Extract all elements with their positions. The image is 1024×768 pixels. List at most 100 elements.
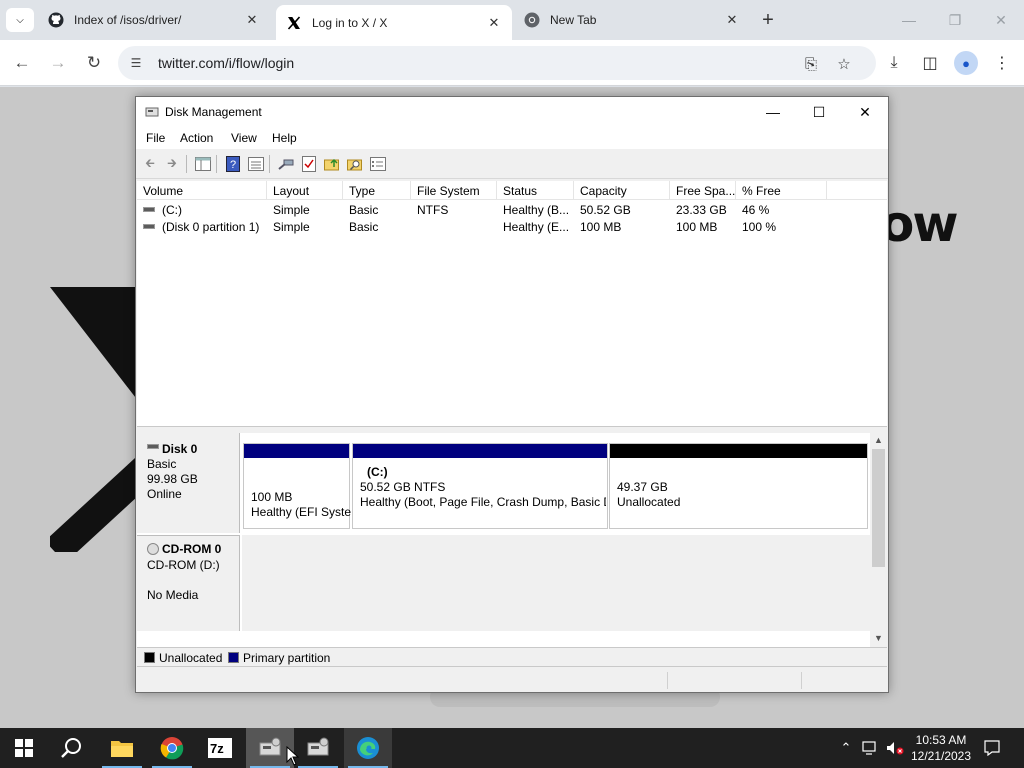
partition-size: 49.37 GB (617, 480, 668, 494)
volume-muted-icon[interactable] (884, 728, 906, 768)
edge-taskbar-button[interactable] (344, 728, 392, 768)
chrome-taskbar-button[interactable] (148, 728, 196, 768)
start-button[interactable] (0, 728, 48, 768)
plus-icon: + (762, 8, 774, 31)
table-row[interactable]: (Disk 0 partition 1) Simple Basic Health… (137, 219, 887, 236)
column-volume[interactable]: Volume (137, 181, 267, 200)
notification-icon (984, 740, 1000, 756)
column-layout[interactable]: Layout (267, 181, 343, 200)
folder-search-icon[interactable] (346, 155, 364, 173)
show-hidden-icons-button[interactable]: ⌃ (836, 728, 856, 768)
disk-management-app-icon (259, 737, 281, 756)
partition-color-bar (353, 444, 607, 458)
reload-button[interactable]: ↻ (80, 49, 108, 77)
window-close-button[interactable]: ✕ (842, 97, 888, 127)
partition-c-drive[interactable]: (C:) 50.52 GB NTFS Healthy (Boot, Page F… (352, 443, 608, 529)
tab-close-icon[interactable]: ✕ (484, 13, 504, 33)
7zip-icon: 7z (208, 738, 232, 758)
back-button[interactable]: ← (8, 49, 36, 77)
cdrom-0-label[interactable]: CD-ROM 0 CD-ROM (D:) No Media (137, 535, 240, 631)
column-capacity[interactable]: Capacity (574, 181, 670, 200)
column-percent-free[interactable]: % Free (736, 181, 827, 200)
window-maximize-button[interactable]: ☐ (796, 97, 842, 127)
column-type[interactable]: Type (343, 181, 411, 200)
table-row[interactable]: (C:) Simple Basic NTFS Healthy (B... 50.… (137, 202, 887, 219)
chevron-down-icon: ⌵ (16, 14, 24, 26)
network-icon[interactable] (860, 728, 882, 768)
back-arrow-icon[interactable]: 🡰 (141, 155, 159, 173)
install-app-icon[interactable]: ⎘ (800, 53, 822, 75)
show-hide-console-tree-icon[interactable] (194, 155, 212, 173)
tab-new-tab[interactable]: New Tab ✕ (514, 5, 750, 35)
checklist-icon[interactable] (300, 155, 318, 173)
help-icon[interactable]: ? (224, 155, 242, 173)
window-title-bar[interactable]: Disk Management — ☐ ✕ (136, 97, 888, 127)
disk-0-label[interactable]: Disk 0 Basic 99.98 GB Online (137, 433, 240, 533)
menu-help[interactable]: Help (272, 131, 297, 145)
browser-toolbar: ← → ↻ ☰ twitter.com/i/flow/login ⎘ ☆ ⤓ ◫… (0, 40, 1024, 86)
page-heading-fragment: ow (880, 195, 959, 253)
file-explorer-button[interactable] (98, 728, 146, 768)
tab-log-in-to-x[interactable]: Log in to X / X ✕ (276, 5, 512, 40)
browser-close-button[interactable]: ✕ (978, 6, 1024, 34)
cell-volume: (C:) (143, 203, 267, 217)
close-icon: ✕ (859, 103, 871, 120)
disk-0-type: Basic (147, 457, 177, 471)
new-tab-button[interactable]: + (756, 8, 780, 32)
site-info-icon[interactable]: ☰ (128, 55, 144, 71)
cell-percent-free: 100 % (742, 220, 777, 234)
menu-file[interactable]: File (146, 131, 165, 145)
connect-icon[interactable] (277, 155, 295, 173)
tab-search-button[interactable]: ⌵ (6, 8, 34, 32)
address-bar[interactable]: ☰ twitter.com/i/flow/login ⎘ ☆ (118, 46, 876, 80)
column-file-system[interactable]: File System (411, 181, 497, 200)
bookmark-star-icon[interactable]: ☆ (833, 53, 855, 75)
computer-management-button[interactable] (294, 728, 342, 768)
mouse-cursor-icon (286, 746, 300, 766)
tab-index-isos-driver[interactable]: Index of /isos/driver/ ✕ (38, 5, 270, 35)
forward-button[interactable]: → (44, 49, 72, 77)
scrollbar-thumb[interactable] (872, 449, 885, 567)
cell-free-space: 23.33 GB (676, 203, 727, 217)
column-status[interactable]: Status (497, 181, 574, 200)
github-icon (48, 12, 64, 28)
scroll-down-icon[interactable]: ▼ (870, 631, 887, 645)
column-free-space[interactable]: Free Spa... (670, 181, 736, 200)
menu-action[interactable]: Action (180, 131, 213, 145)
partition-efi[interactable]: 100 MB Healthy (EFI Syste (243, 443, 351, 529)
download-icon[interactable]: ⤓ (882, 51, 906, 75)
window-minimize-button[interactable]: — (750, 97, 796, 127)
status-separator (667, 672, 668, 689)
profile-avatar-icon[interactable]: ● (954, 51, 978, 75)
hard-disk-icon (147, 444, 159, 450)
search-button[interactable] (48, 728, 96, 768)
settings-list-icon[interactable] (369, 155, 387, 173)
disk-0-state: Online (147, 487, 182, 501)
search-icon (61, 738, 81, 758)
side-panel-icon[interactable]: ◫ (918, 51, 942, 75)
notifications-button[interactable] (980, 728, 1004, 768)
forward-arrow-icon[interactable]: 🡲 (163, 155, 181, 173)
tab-close-icon[interactable]: ✕ (242, 10, 262, 30)
browser-restore-button[interactable]: ❐ (932, 6, 978, 34)
properties-list-icon[interactable] (247, 155, 265, 173)
cell-free-space: 100 MB (676, 220, 718, 234)
cell-status: Healthy (E... (503, 220, 570, 234)
scroll-up-icon[interactable]: ▲ (870, 433, 887, 447)
toolbar-separator (186, 155, 187, 173)
legend-swatch-unallocated (144, 652, 155, 663)
browser-minimize-button[interactable]: — (886, 6, 932, 34)
menu-kebab-icon[interactable]: ⋮ (990, 51, 1014, 75)
computer-management-icon (307, 737, 329, 756)
partition-unallocated[interactable]: 49.37 GB Unallocated (609, 443, 868, 529)
folder-up-icon[interactable] (323, 155, 341, 173)
system-clock[interactable]: 10:53 AM 12/21/2023 (910, 732, 972, 764)
toolbar-separator (216, 155, 217, 173)
url-text: twitter.com/i/flow/login (158, 55, 295, 71)
cdrom-0-area[interactable] (242, 535, 870, 631)
menu-view[interactable]: View (231, 131, 257, 145)
tab-close-icon[interactable]: ✕ (722, 10, 742, 30)
graphical-view-scrollbar[interactable]: ▲ ▼ (870, 433, 887, 647)
volume-list-header: Volume Layout Type File System Status Ca… (137, 181, 887, 200)
7zip-button[interactable]: 7z (196, 728, 244, 768)
